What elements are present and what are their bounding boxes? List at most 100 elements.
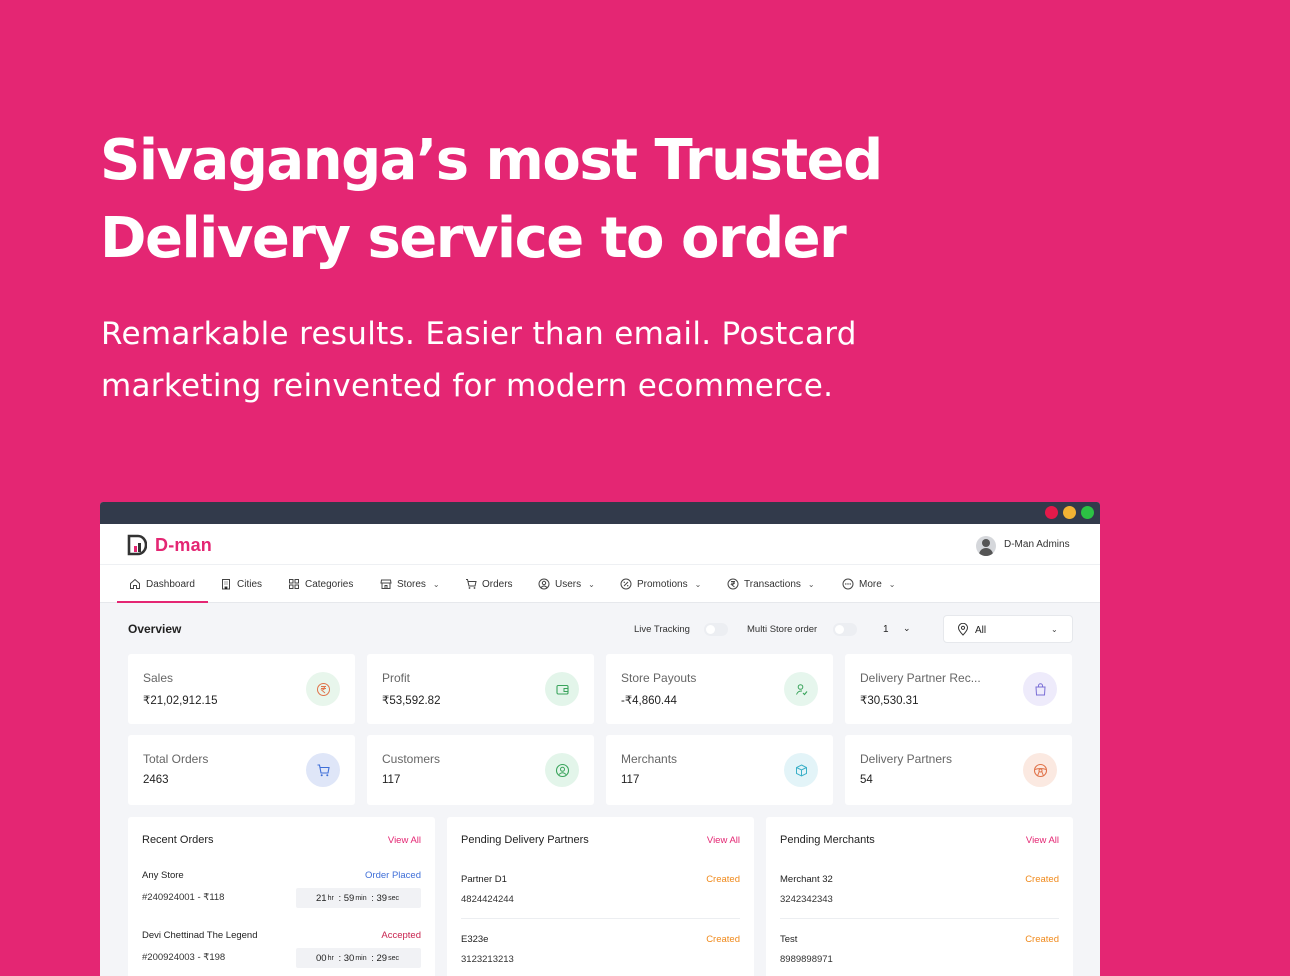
- user-check-icon: [795, 683, 807, 695]
- stat-card-sales[interactable]: Sales ₹21,02,912.15: [128, 654, 355, 724]
- stat-card-store-payouts[interactable]: Store Payouts -₹4,860.44: [606, 654, 833, 724]
- stat-icon-badge: [306, 753, 340, 787]
- stat-card-merchants[interactable]: Merchants 117: [606, 735, 833, 805]
- stat-label: Total Orders: [143, 752, 209, 766]
- chevron-down-icon: ⌄: [888, 579, 896, 589]
- rupee-coin-icon: [727, 578, 739, 590]
- nav-label: Dashboard: [146, 578, 195, 590]
- nav-promotions[interactable]: Promotions ⌄: [620, 565, 701, 603]
- nav-users[interactable]: Users ⌄: [538, 565, 595, 603]
- panel-title: Pending Merchants: [780, 834, 875, 846]
- stat-card-profit[interactable]: Profit ₹53,592.82: [367, 654, 594, 724]
- user-name[interactable]: D-Man Admins: [1004, 539, 1070, 550]
- row-divider: [461, 918, 740, 919]
- pending-delivery-partners-panel: Pending Delivery Partners View All Partn…: [447, 817, 754, 976]
- nav-more[interactable]: More ⌄: [842, 565, 896, 603]
- hero-title-line: Sivaganga’s most Trusted: [100, 128, 883, 193]
- nav-active-indicator: [117, 601, 208, 603]
- building-icon: [222, 579, 230, 590]
- nav-transactions[interactable]: Transactions ⌄: [727, 565, 815, 603]
- stat-icon-badge: [784, 672, 818, 706]
- stat-card-total-orders[interactable]: Total Orders 2463: [128, 735, 355, 805]
- rupee-icon: [316, 682, 330, 696]
- chevron-down-icon: ⌄: [694, 579, 702, 589]
- nav-label: Cities: [237, 578, 263, 590]
- stat-card-delivery-partners[interactable]: Delivery Partners 54: [845, 735, 1072, 805]
- city-select-value: All: [975, 625, 987, 636]
- stat-card-delivery-partner-receivables[interactable]: Delivery Partner Rec... ₹30,530.31: [845, 654, 1072, 724]
- home-icon: [130, 578, 140, 589]
- timer-unit: sec: [388, 894, 399, 902]
- timer-unit: hr: [327, 954, 334, 962]
- grid-icon: [289, 579, 299, 589]
- merchant-name[interactable]: Merchant 32: [780, 874, 833, 885]
- nav-label: Orders: [482, 578, 513, 590]
- pending-merchants-panel: Pending Merchants View All Merchant 32 C…: [766, 817, 1073, 976]
- store-icon: [380, 579, 392, 589]
- cart-icon: [317, 763, 330, 776]
- recent-orders-panel: Recent Orders View All Any Store Order P…: [128, 817, 435, 976]
- user-circle-icon: [538, 578, 550, 590]
- user-circle-icon: [555, 763, 569, 777]
- chevron-down-icon: ⌄: [1051, 625, 1058, 634]
- brand-name[interactable]: D-man: [155, 535, 212, 556]
- nav-cities[interactable]: Cities: [220, 565, 262, 603]
- stat-icon-badge: [784, 753, 818, 787]
- user-avatar[interactable]: [976, 536, 996, 556]
- view-all-link[interactable]: View All: [707, 835, 740, 846]
- chevron-down-icon: ⌄: [432, 579, 440, 589]
- order-status: Accepted: [381, 930, 421, 941]
- location-pin-icon: [957, 623, 969, 636]
- timer-seconds: 29: [376, 952, 388, 964]
- stat-icon-badge: [545, 753, 579, 787]
- timer-unit: hr: [327, 894, 334, 902]
- order-store-name[interactable]: Devi Chettinad The Legend: [142, 930, 258, 941]
- count-select[interactable]: 1 ⌄: [871, 616, 923, 642]
- order-status: Order Placed: [365, 870, 421, 881]
- chevron-down-icon: ⌄: [903, 623, 911, 633]
- minimize-window-dot[interactable]: [1063, 506, 1076, 519]
- nav-stores[interactable]: Stores ⌄: [380, 565, 440, 603]
- view-all-link[interactable]: View All: [1026, 835, 1059, 846]
- stat-label: Delivery Partner Rec...: [860, 671, 981, 685]
- order-store-name[interactable]: Any Store: [142, 870, 184, 881]
- stat-icon-badge: [1023, 672, 1057, 706]
- close-window-dot[interactable]: [1045, 506, 1058, 519]
- timer-seconds: 39: [376, 892, 388, 904]
- live-tracking-toggle[interactable]: [704, 623, 728, 636]
- nav-dashboard[interactable]: Dashboard: [129, 565, 195, 603]
- partner-name[interactable]: Partner D1: [461, 874, 507, 885]
- app-header: D-man D-Man Admins: [100, 524, 1100, 565]
- timer-minutes: 59: [343, 892, 355, 904]
- nav-orders[interactable]: Orders: [465, 565, 513, 603]
- merchant-phone: 8989898971: [780, 954, 833, 965]
- nav-label: Users: [555, 578, 582, 590]
- nav-label: More: [859, 578, 882, 590]
- stat-value: 117: [621, 774, 640, 786]
- badge-icon: [620, 578, 632, 590]
- overview-toolbar: Overview Live Tracking Multi Store order…: [100, 604, 1100, 650]
- panel-title: Recent Orders: [142, 834, 214, 846]
- city-select[interactable]: All ⌄: [943, 615, 1073, 643]
- stat-label: Merchants: [621, 752, 678, 766]
- partner-phone: 4824424244: [461, 894, 514, 905]
- partner-phone: 3123213213: [461, 954, 514, 965]
- stat-value: 2463: [143, 774, 169, 786]
- main-nav: Dashboard Cities Categories Stores ⌄ Ord…: [100, 565, 1100, 603]
- view-all-link[interactable]: View All: [388, 835, 421, 846]
- hero-subtitle: Remarkable results. Easier than email. P…: [101, 308, 1101, 412]
- stat-value: 54: [860, 774, 873, 786]
- stat-card-customers[interactable]: Customers 117: [367, 735, 594, 805]
- nav-categories[interactable]: Categories: [288, 565, 353, 603]
- chevron-down-icon: ⌄: [588, 579, 595, 589]
- multi-store-toggle[interactable]: [833, 623, 857, 636]
- merchant-status: Created: [1025, 874, 1059, 885]
- maximize-window-dot[interactable]: [1081, 506, 1094, 519]
- live-tracking-label: Live Tracking: [634, 624, 690, 635]
- timer-unit: sec: [388, 954, 399, 962]
- merchant-name[interactable]: Test: [780, 934, 797, 945]
- nav-label: Promotions: [637, 578, 688, 590]
- partner-name[interactable]: E323e: [461, 934, 488, 945]
- cart-icon: [466, 579, 477, 589]
- partner-status: Created: [706, 874, 740, 885]
